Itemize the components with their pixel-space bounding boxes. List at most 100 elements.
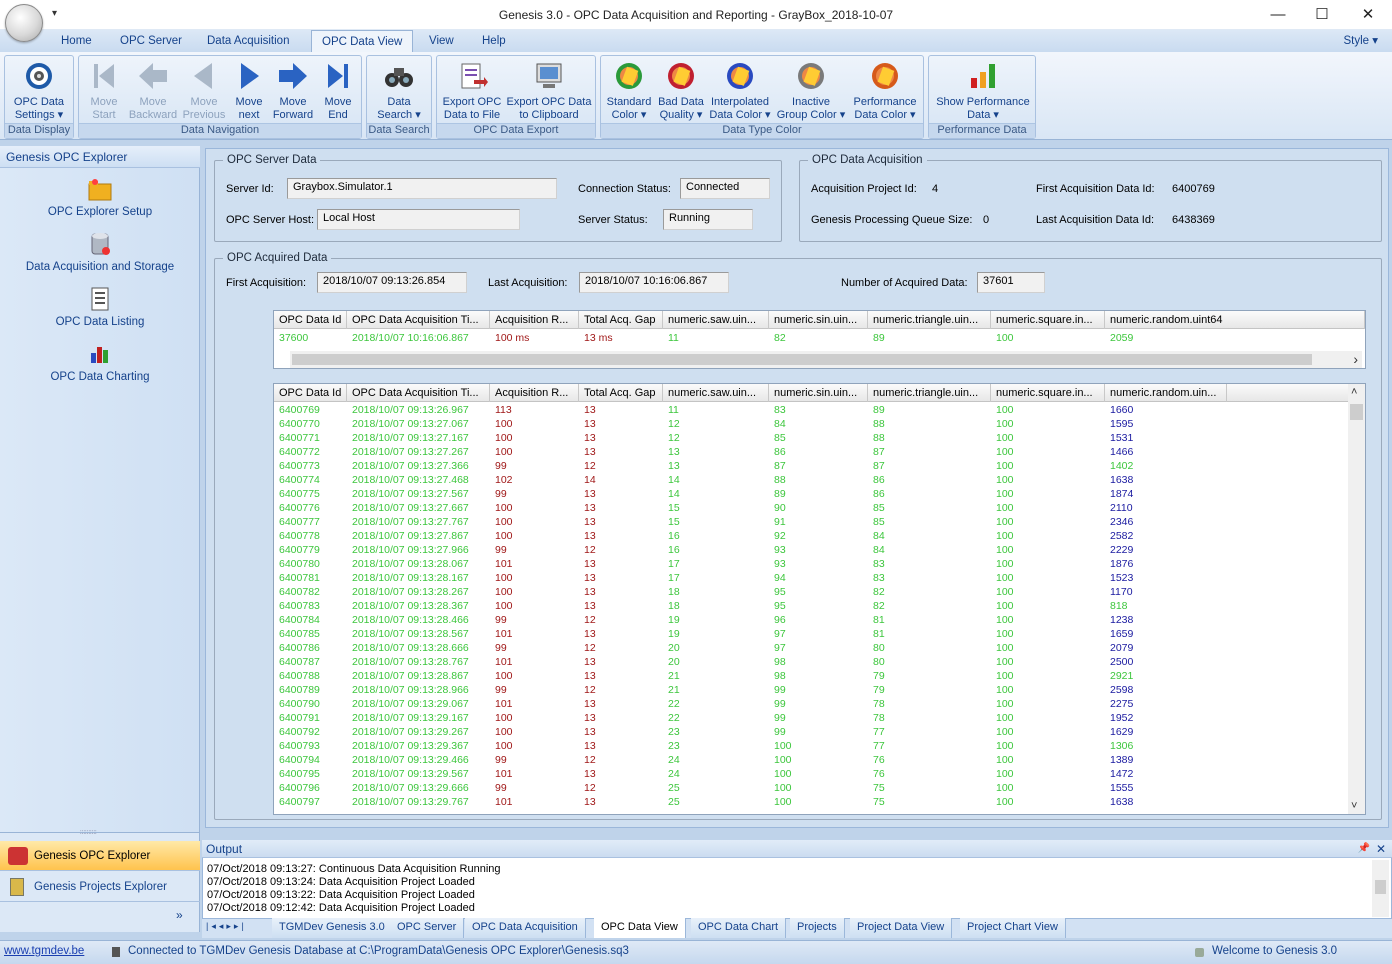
table-row[interactable]: 6400777 2018/10/07 09:13:27.767 100 13 15 91 8…: [274, 516, 1348, 530]
column-header-saw[interactable]: numeric.saw.uin...: [663, 311, 769, 329]
tab-help[interactable]: Help: [472, 30, 516, 52]
column-header-square[interactable]: numeric.square.in...: [991, 384, 1105, 402]
column-header-square[interactable]: numeric.square.in...: [991, 311, 1105, 329]
doc-tab-project-chart-view[interactable]: Project Chart View: [960, 918, 1066, 938]
table-row[interactable]: 6400775 2018/10/07 09:13:27.567 99 13 14 89 86…: [274, 488, 1348, 502]
explorer-item-data-listing[interactable]: OPC Data Listing: [0, 286, 200, 328]
move-start-button[interactable]: Move Start: [81, 58, 127, 122]
first-tab-button[interactable]: |◂: [206, 921, 219, 931]
table-row[interactable]: 6400796 2018/10/07 09:13:29.666 99 12 25 100 7…: [274, 782, 1348, 796]
nav-genesis-opc-explorer[interactable]: Genesis OPC Explorer: [0, 841, 200, 871]
application-menu-button[interactable]: [5, 4, 43, 42]
scroll-down-button[interactable]: ˅: [1351, 800, 1357, 812]
history-data-grid[interactable]: OPC Data Id OPC Data Acquisition Ti... Acq…: [273, 383, 1366, 815]
table-row[interactable]: 6400773 2018/10/07 09:13:27.366 99 12 13 87 87…: [274, 460, 1348, 474]
column-header-sin[interactable]: numeric.sin.uin...: [769, 311, 868, 329]
column-header-sin[interactable]: numeric.sin.uin...: [769, 384, 868, 402]
table-row[interactable]: 6400791 2018/10/07 09:13:29.167 100 13 22 99 7…: [274, 712, 1348, 726]
column-header-triangle[interactable]: numeric.triangle.uin...: [868, 384, 991, 402]
column-header-random[interactable]: numeric.random.uin...: [1105, 384, 1227, 402]
style-menu[interactable]: Style ▾: [1343, 33, 1378, 47]
column-header-acquisition-rate[interactable]: Acquisition R...: [490, 311, 579, 329]
data-search-button[interactable]: Data Search ▾: [369, 58, 429, 122]
bad-data-quality-button[interactable]: Bad Data Quality ▾: [655, 58, 707, 122]
table-row[interactable]: 6400795 2018/10/07 09:13:29.567 101 13 24 100…: [274, 768, 1348, 782]
table-row[interactable]: 6400780 2018/10/07 09:13:28.067 101 13 17 93 8…: [274, 558, 1348, 572]
scroll-thumb[interactable]: [1350, 404, 1363, 420]
table-row[interactable]: 6400792 2018/10/07 09:13:29.267 100 13 23 99 7…: [274, 726, 1348, 740]
splitter-grip[interactable]: ::::::::::: [80, 830, 97, 836]
column-header-data-id[interactable]: OPC Data Id: [274, 311, 347, 329]
table-row[interactable]: 6400781 2018/10/07 09:13:28.167 100 13 17 94 8…: [274, 572, 1348, 586]
table-row[interactable]: 6400794 2018/10/07 09:13:29.466 99 12 24 100 7…: [274, 754, 1348, 768]
connection-status-field[interactable]: Connected: [680, 178, 770, 199]
website-link[interactable]: www.tgmdev.be: [4, 945, 84, 957]
table-row[interactable]: 6400784 2018/10/07 09:13:28.466 99 12 19 96 81…: [274, 614, 1348, 628]
nav-genesis-projects-explorer[interactable]: Genesis Projects Explorer: [0, 872, 200, 902]
pin-icon[interactable]: 📌: [1358, 840, 1370, 858]
table-row[interactable]: 6400790 2018/10/07 09:13:29.067 101 13 22 99 7…: [274, 698, 1348, 712]
output-close-button[interactable]: ✕: [1376, 840, 1386, 858]
tab-home[interactable]: Home: [51, 30, 102, 52]
doc-tab-projects[interactable]: Projects: [790, 918, 845, 938]
column-header-acquisition-rate[interactable]: Acquisition R...: [490, 384, 579, 402]
column-header-random[interactable]: numeric.random.uint64: [1105, 311, 1365, 329]
acquired-count-field[interactable]: 37601: [977, 272, 1045, 293]
table-row[interactable]: 6400793 2018/10/07 09:13:29.367 100 13 23 100…: [274, 740, 1348, 754]
performance-data-color-button[interactable]: Performance Data Color ▾: [849, 58, 921, 122]
next-tab-button[interactable]: ▸: [226, 921, 234, 931]
tab-data-acquisition[interactable]: Data Acquisition: [197, 30, 299, 52]
table-row[interactable]: 6400771 2018/10/07 09:13:27.167 100 13 12 85 8…: [274, 432, 1348, 446]
tab-opc-data-view[interactable]: OPC Data View: [311, 30, 414, 53]
table-row[interactable]: 6400774 2018/10/07 09:13:27.468 102 14 14 88 8…: [274, 474, 1348, 488]
output-scrollbar[interactable]: [1372, 860, 1389, 917]
table-row[interactable]: 6400778 2018/10/07 09:13:27.867 100 13 16 92 8…: [274, 530, 1348, 544]
move-forward-button[interactable]: Move Forward: [269, 58, 317, 122]
scroll-thumb[interactable]: [292, 354, 1312, 365]
doc-tab-opc-data-acquisition[interactable]: OPC Data Acquisition: [465, 918, 586, 938]
doc-tab-opc-server[interactable]: OPC Server: [390, 918, 465, 938]
table-row[interactable]: 6400779 2018/10/07 09:13:27.966 99 12 16 93 84…: [274, 544, 1348, 558]
move-backward-button[interactable]: Move Backward: [127, 58, 179, 122]
table-row[interactable]: 6400782 2018/10/07 09:13:28.267 100 13 18 95 8…: [274, 586, 1348, 600]
tab-opc-server[interactable]: OPC Server: [110, 30, 192, 52]
export-to-file-button[interactable]: Export OPC Data to File: [439, 58, 505, 122]
table-row[interactable]: 6400789 2018/10/07 09:13:28.966 99 12 21 99 79…: [274, 684, 1348, 698]
table-row[interactable]: 6400788 2018/10/07 09:13:28.867 100 13 21 98 7…: [274, 670, 1348, 684]
close-button[interactable]: ✕: [1348, 4, 1388, 26]
doc-tab-opc-data-chart[interactable]: OPC Data Chart: [691, 918, 787, 938]
table-row[interactable]: 6400783 2018/10/07 09:13:28.367 100 13 18 95 8…: [274, 600, 1348, 614]
table-row[interactable]: 6400769 2018/10/07 09:13:26.967 113 13 11 83 8…: [274, 404, 1348, 418]
column-header-total-gap[interactable]: Total Acq. Gap: [579, 384, 663, 402]
table-row[interactable]: 6400772 2018/10/07 09:13:27.267 100 13 13 86 8…: [274, 446, 1348, 460]
column-header-data-id[interactable]: OPC Data Id: [274, 384, 347, 402]
scroll-thumb[interactable]: [1375, 880, 1386, 894]
table-row[interactable]: 6400770 2018/10/07 09:13:27.067 100 13 12 84 8…: [274, 418, 1348, 432]
server-host-field[interactable]: Local Host: [317, 209, 520, 230]
first-acquisition-field[interactable]: 2018/10/07 09:13:26.854: [317, 272, 467, 293]
standard-color-button[interactable]: Standard Color ▾: [603, 58, 655, 122]
inactive-group-color-button[interactable]: Inactive Group Color ▾: [773, 58, 849, 122]
move-end-button[interactable]: Move End: [317, 58, 359, 122]
table-row[interactable]: 6400785 2018/10/07 09:13:28.567 101 13 19 97 8…: [274, 628, 1348, 642]
maximize-button[interactable]: ☐: [1302, 4, 1342, 26]
nav-more-button[interactable]: »: [176, 908, 183, 922]
interpolated-data-color-button[interactable]: Interpolated Data Color ▾: [707, 58, 773, 122]
explorer-item-data-charting[interactable]: OPC Data Charting: [0, 341, 200, 383]
column-header-total-gap[interactable]: Total Acq. Gap: [579, 311, 663, 329]
opc-data-settings-button[interactable]: OPC Data Settings ▾: [7, 58, 71, 122]
show-performance-data-button[interactable]: Show Performance Data ▾: [931, 58, 1035, 122]
tab-view[interactable]: View: [419, 30, 464, 52]
last-acquisition-field[interactable]: 2018/10/07 10:16:06.867: [579, 272, 729, 293]
export-to-clipboard-button[interactable]: Export OPC Data to Clipboard: [505, 58, 593, 122]
move-next-button[interactable]: Move next: [229, 58, 269, 122]
explorer-item-data-acquisition[interactable]: Data Acquisition and Storage: [0, 231, 200, 273]
column-header-saw[interactable]: numeric.saw.uin...: [663, 384, 769, 402]
server-id-field[interactable]: Graybox.Simulator.1: [287, 178, 557, 199]
doc-tab-opc-data-view[interactable]: OPC Data View: [594, 918, 686, 938]
column-header-triangle[interactable]: numeric.triangle.uin...: [868, 311, 991, 329]
table-row[interactable]: 6400797 2018/10/07 09:13:29.767 101 13 25 100…: [274, 796, 1348, 810]
table-row[interactable]: 6400776 2018/10/07 09:13:27.667 100 13 15 90 8…: [274, 502, 1348, 516]
last-tab-button[interactable]: ▸|: [234, 921, 247, 931]
column-header-acquisition-time[interactable]: OPC Data Acquisition Ti...: [347, 311, 490, 329]
